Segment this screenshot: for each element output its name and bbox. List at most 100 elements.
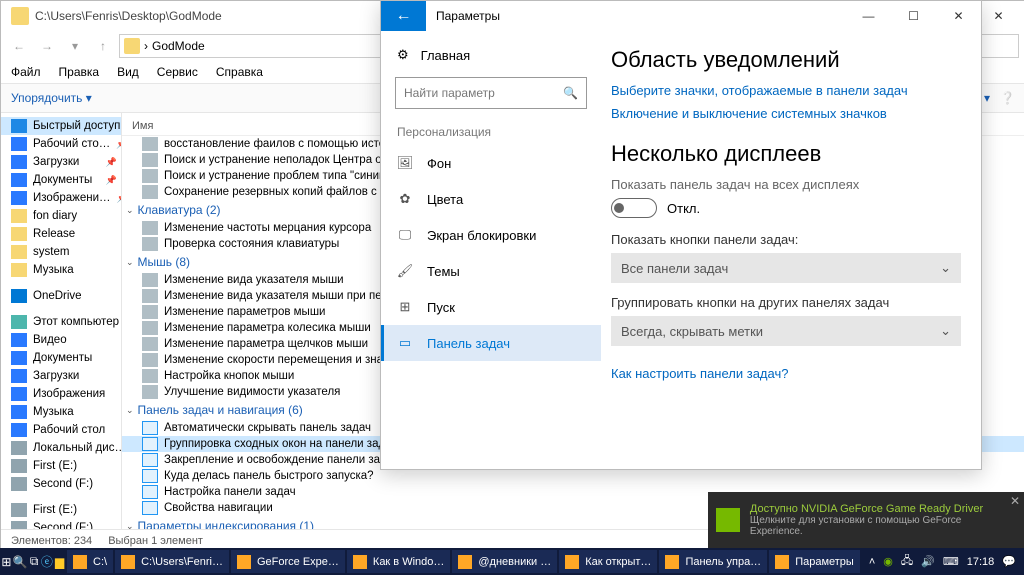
taskbar-app[interactable]: @дневники … [452, 550, 557, 573]
edge-icon[interactable]: ⓔ [40, 548, 53, 575]
sidebar-item[interactable]: system [1, 243, 121, 261]
close-button[interactable]: ✕ [936, 2, 981, 30]
nav-item-Панель задач[interactable]: ▭Панель задач [381, 325, 601, 361]
sidebar-item[interactable]: Рабочий стол [1, 421, 121, 439]
sidebar-item[interactable]: Локальный дис… [1, 439, 121, 457]
group-buttons-dropdown[interactable]: Всегда, скрывать метки⌄ [611, 316, 961, 346]
tray-volume-icon[interactable]: 🔊 [921, 555, 935, 568]
sidebar-item[interactable]: First (E:) [1, 501, 121, 519]
list-item[interactable]: Куда делась панель быстрого запуска? [122, 468, 1024, 484]
nav-item-Темы[interactable]: 🖌Темы [381, 253, 601, 289]
taskbar-app[interactable]: C:\ [67, 550, 113, 573]
menu-Файл[interactable]: Файл [11, 65, 41, 79]
sidebar-item[interactable]: Быстрый доступ [1, 117, 121, 135]
nav-label: Темы [427, 264, 460, 279]
tray-network-icon[interactable]: 🖧 [901, 552, 913, 571]
pin-icon: 📌 [106, 157, 117, 168]
blue-icon [11, 387, 27, 401]
menu-Правка[interactable]: Правка [59, 65, 100, 79]
forward-button[interactable]: → [35, 34, 59, 58]
tray-notifications-icon[interactable]: 💬 [1002, 555, 1016, 568]
sidebar-item[interactable]: Загрузки📌 [1, 153, 121, 171]
sidebar-item[interactable]: Second (F:) [1, 519, 121, 529]
search-button[interactable]: 🔍 [13, 548, 28, 575]
sidebar-item[interactable]: First (E:) [1, 457, 121, 475]
link-system-icons[interactable]: Включение и выключение системных значков [611, 106, 961, 121]
maximize-button[interactable]: ☐ [891, 2, 936, 30]
sidebar-label: Second (F:) [33, 522, 93, 529]
back-button[interactable]: ← [7, 34, 31, 58]
close-icon[interactable]: ✕ [1010, 494, 1020, 508]
disk-icon [11, 441, 27, 455]
tray-nvidia-icon[interactable]: ◉ [883, 555, 893, 568]
sidebar-item[interactable]: Second (F:) [1, 475, 121, 493]
system-tray[interactable]: ˄ ◉ 🖧 🔊 ⌨ 17:18 💬 [861, 552, 1024, 571]
settings-home[interactable]: ⚙ Главная [381, 39, 601, 71]
settings-search[interactable]: Найти параметр 🔍 [395, 77, 587, 109]
back-button[interactable]: ← [381, 1, 426, 31]
sidebar-item[interactable]: Загрузки [1, 367, 121, 385]
nav-label: Панель задач [427, 336, 510, 351]
blue-icon [11, 351, 27, 365]
show-buttons-dropdown[interactable]: Все панели задач⌄ [611, 253, 961, 283]
taskbar[interactable]: ⊞ 🔍 ⧉ ⓔ ▆ C:\C:\Users\Fenri…GeForce Expe… [0, 548, 1024, 575]
nav-item-Цвета[interactable]: ✿Цвета [381, 181, 601, 217]
sidebar-item[interactable]: Этот компьютер [1, 313, 121, 331]
tray-chevron-icon[interactable]: ˄ [869, 556, 875, 568]
link-taskbar-help[interactable]: Как настроить панели задач? [611, 366, 961, 381]
item-icon [142, 353, 158, 367]
taskbar-app[interactable]: C:\Users\Fenri… [115, 550, 229, 573]
explorer-icon[interactable]: ▆ [53, 548, 66, 575]
breadcrumb[interactable]: GodMode [152, 39, 205, 53]
sidebar-item[interactable]: Музыка [1, 261, 121, 279]
sidebar-item[interactable]: Документы📌 [1, 171, 121, 189]
taskbar-app[interactable]: Параметры [769, 550, 860, 573]
sidebar-item[interactable]: OneDrive [1, 287, 121, 305]
up-button[interactable]: ↑ [91, 34, 115, 58]
app-label: Параметры [795, 556, 854, 568]
minimize-button[interactable]: — [846, 2, 891, 30]
help-icon[interactable]: ❔ [1000, 91, 1015, 105]
organize-button[interactable]: Упорядочить ▾ [11, 91, 92, 105]
group-title: Мышь (8) [138, 255, 191, 269]
close-button[interactable]: ✕ [976, 2, 1021, 30]
nav-icon: ⊞ [397, 299, 413, 315]
sidebar-label: Second (F:) [33, 478, 93, 490]
menu-Справка[interactable]: Справка [216, 65, 263, 79]
item-label: Изменение параметра колесика мыши [164, 322, 371, 334]
sidebar-item[interactable]: Музыка [1, 403, 121, 421]
sidebar-item[interactable]: Рабочий сто…📌 [1, 135, 121, 153]
item-icon [142, 337, 158, 351]
sidebar-item[interactable]: Документы [1, 349, 121, 367]
show-taskbar-all-displays-toggle[interactable] [611, 198, 657, 218]
explorer-sidebar[interactable]: Быстрый доступРабочий сто…📌Загрузки📌Доку… [1, 113, 122, 529]
blue-icon [11, 173, 27, 187]
tray-language-icon[interactable]: ⌨ [943, 555, 959, 568]
start-button[interactable]: ⊞ [0, 548, 13, 575]
settings-titlebar[interactable]: ← Параметры — ☐ ✕ [381, 1, 981, 31]
nav-item-Фон[interactable]: 🖼Фон [381, 145, 601, 181]
sidebar-item[interactable]: Release [1, 225, 121, 243]
item-label: Изменение вида указателя мыши [164, 274, 344, 286]
chevron-down-icon: ⌄ [940, 323, 951, 339]
taskbar-app[interactable]: Как открыт… [559, 550, 657, 573]
taskbar-app[interactable]: GeForce Expe… [231, 550, 345, 573]
menu-Сервис[interactable]: Сервис [157, 65, 198, 79]
sidebar-item[interactable]: fon diary [1, 207, 121, 225]
heading-multiple-displays: Несколько дисплеев [611, 141, 961, 167]
tray-clock[interactable]: 17:18 [967, 556, 995, 568]
nav-item-Экран блокировки[interactable]: 🖵Экран блокировки [381, 217, 601, 253]
link-select-icons[interactable]: Выберите значки, отображаемые в панели з… [611, 83, 961, 98]
sidebar-label: Видео [33, 334, 67, 346]
sidebar-item[interactable]: Изображения [1, 385, 121, 403]
taskbar-app[interactable]: Панель упра… [659, 550, 767, 573]
menu-Вид[interactable]: Вид [117, 65, 139, 79]
taskbar-app[interactable]: Как в Windo… [347, 550, 450, 573]
task-view-button[interactable]: ⧉ [28, 548, 41, 575]
nav-item-Пуск[interactable]: ⊞Пуск [381, 289, 601, 325]
sidebar-item[interactable]: Видео [1, 331, 121, 349]
search-icon: 🔍 [563, 86, 578, 100]
sidebar-item[interactable]: Изображени…📌 [1, 189, 121, 207]
recent-dropdown[interactable]: ▾ [63, 34, 87, 58]
nvidia-notification[interactable]: Доступно NVIDIA GeForce Game Ready Drive… [708, 492, 1024, 548]
